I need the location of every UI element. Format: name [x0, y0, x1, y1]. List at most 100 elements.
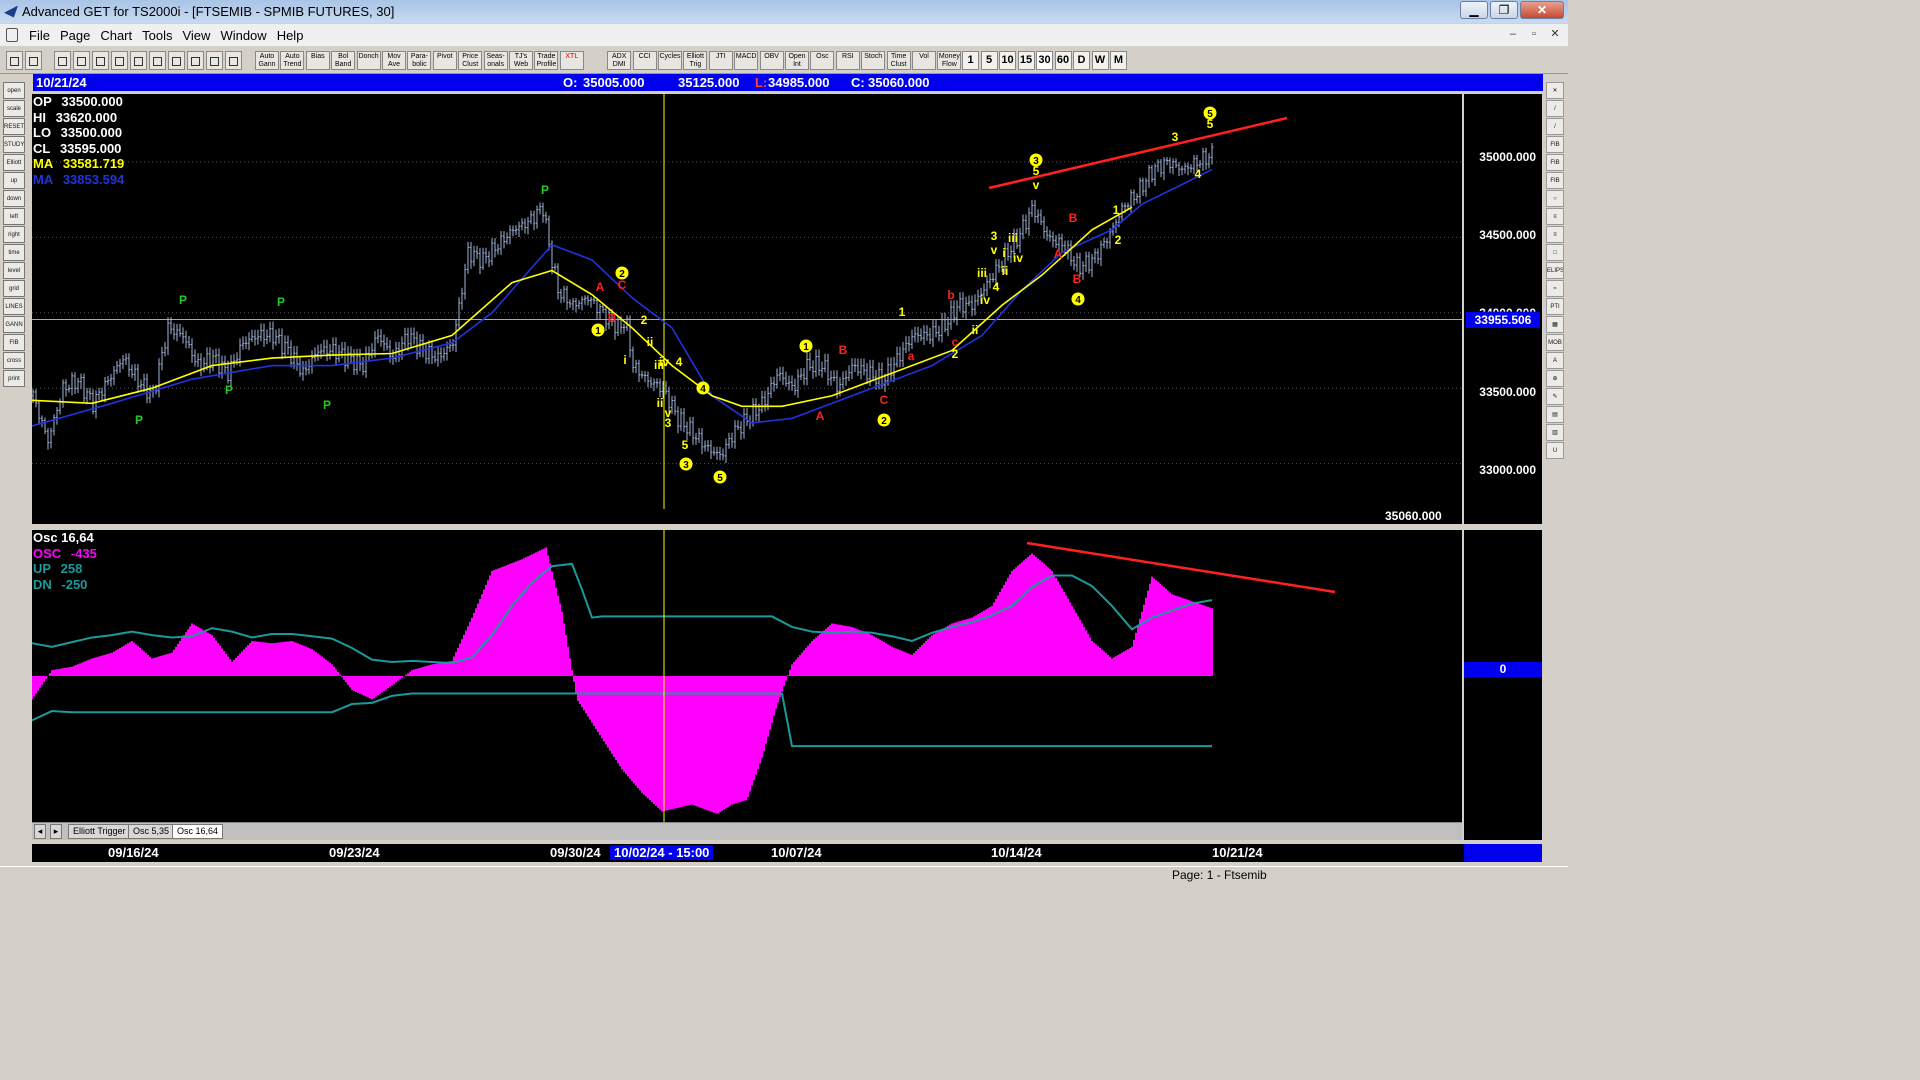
menu-tools[interactable]: Tools — [142, 28, 172, 43]
tab-osc-16-64[interactable]: Osc 16,64 — [172, 824, 224, 839]
forward-icon[interactable] — [111, 51, 128, 70]
document-icon[interactable] — [6, 28, 18, 42]
tool-fib-icon[interactable]: FIB — [3, 334, 25, 351]
whatsthis-icon[interactable] — [225, 51, 242, 70]
period-button-W[interactable]: W — [1091, 51, 1109, 70]
study-button-7[interactable]: Pivot — [432, 51, 457, 70]
draw-tool-icon[interactable]: ⊕ — [1546, 370, 1564, 387]
draw-tool-icon[interactable]: FIB TIME — [1546, 172, 1564, 189]
minimize-button[interactable]: ▁ — [1460, 1, 1488, 19]
draw-tool-icon[interactable]: ≡ — [1546, 208, 1564, 225]
new-icon[interactable] — [54, 51, 71, 70]
period-button-60[interactable]: 60 — [1054, 51, 1072, 70]
period-button-5[interactable]: 5 — [980, 51, 998, 70]
menu-window[interactable]: Window — [220, 28, 266, 43]
price-chart[interactable]: PPPPPPABC2iii iiiiv 4iiv35ABCab1c23v i iviii… — [32, 94, 1462, 524]
draw-tool-icon[interactable]: FIB RET — [1546, 136, 1564, 153]
tool-gann-icon[interactable]: GANN — [3, 316, 25, 333]
doc-restore-button[interactable]: ▫ — [1525, 27, 1543, 43]
study-button-5[interactable]: Mov Ave — [382, 51, 406, 70]
doc-close-button[interactable]: ✕ — [1546, 27, 1564, 43]
draw-tool-icon[interactable]: □ — [1546, 244, 1564, 261]
study-button-25[interactable]: Vol — [912, 51, 936, 70]
tool-elliott-icon[interactable]: Elliott — [3, 154, 25, 171]
draw-tool-icon[interactable]: ELIPS — [1546, 262, 1564, 279]
tool-up-icon[interactable]: up — [3, 172, 25, 189]
tool-lines-icon[interactable]: LINES — [3, 298, 25, 315]
draw-tool-icon[interactable]: ✎ — [1546, 388, 1564, 405]
study-button-17[interactable]: JTI — [708, 51, 733, 70]
draw-tool-icon[interactable]: ✕ — [1546, 82, 1564, 99]
menu-view[interactable]: View — [182, 28, 210, 43]
study-button-8[interactable]: Price Clust — [458, 51, 483, 70]
maximize-button[interactable]: ❐ — [1490, 1, 1518, 19]
draw-tool-icon[interactable]: ≈ — [1546, 280, 1564, 297]
draw-tool-icon[interactable]: FIB EXT — [1546, 154, 1564, 171]
study-button-20[interactable]: Open Int — [785, 51, 809, 70]
tool-scale-icon[interactable]: scale — [3, 100, 25, 117]
doc-minimize-button[interactable]: – — [1504, 27, 1522, 43]
study-button-13[interactable]: ADX DMI — [607, 51, 632, 70]
tool-left-icon[interactable]: left — [3, 208, 25, 225]
study-button-23[interactable]: Stoch — [861, 51, 886, 70]
zoom-icon[interactable] — [130, 51, 147, 70]
menu-page[interactable]: Page — [60, 28, 90, 43]
tool-right-icon[interactable]: right — [3, 226, 25, 243]
draw-tool-icon[interactable]: MOB — [1546, 334, 1564, 351]
study-button-3[interactable]: Bol Band — [331, 51, 356, 70]
back-icon[interactable] — [92, 51, 109, 70]
study-button-6[interactable]: Para-bolic — [407, 51, 432, 70]
draw-tool-icon[interactable]: ○ — [1546, 190, 1564, 207]
draw-tool-icon[interactable]: ≡ — [1546, 226, 1564, 243]
study-button-15[interactable]: Cycles — [658, 51, 682, 70]
study-button-16[interactable]: Elliott Trig — [683, 51, 708, 70]
study-button-21[interactable]: Osc — [810, 51, 835, 70]
period-button-15[interactable]: 15 — [1017, 51, 1035, 70]
study-button-4[interactable]: Donch — [356, 51, 381, 70]
menu-chart[interactable]: Chart — [100, 28, 132, 43]
tab-osc-5-35[interactable]: Osc 5,35 — [128, 824, 175, 839]
period-button-D[interactable]: D — [1073, 51, 1090, 70]
tool-cross-icon[interactable]: cross — [3, 352, 25, 369]
tool-study-icon[interactable]: STUDY — [3, 136, 25, 153]
delete-icon[interactable] — [149, 51, 166, 70]
study-button-18[interactable]: MACD — [734, 51, 759, 70]
draw-tool-icon[interactable]: ▦ — [1546, 316, 1564, 333]
grid-icon[interactable] — [168, 51, 185, 70]
study-button-12[interactable]: XTL — [559, 51, 584, 70]
draw-tool-icon[interactable]: ▥ — [1546, 424, 1564, 441]
study-button-22[interactable]: RSI — [835, 51, 860, 70]
cursor-icon[interactable] — [6, 51, 23, 70]
tool-reset-icon[interactable]: RESET — [3, 118, 25, 135]
link-icon[interactable] — [25, 51, 42, 70]
study-button-1[interactable]: Auto Trend — [280, 51, 305, 70]
study-button-0[interactable]: Auto Gann — [255, 51, 279, 70]
study-button-9[interactable]: Seas-onals — [483, 51, 508, 70]
copy-icon[interactable] — [73, 51, 90, 70]
study-button-10[interactable]: TJ's Web — [509, 51, 533, 70]
tool-print-icon[interactable]: print — [3, 370, 25, 387]
study-button-26[interactable]: Money Flow — [937, 51, 962, 70]
tool-open-icon[interactable]: open — [3, 82, 25, 99]
tool-time-icon[interactable]: time — [3, 244, 25, 261]
close-button[interactable]: ✕ — [1520, 1, 1564, 19]
menu-help[interactable]: Help — [277, 28, 304, 43]
tab-prev-icon[interactable]: ◂ — [34, 824, 46, 839]
study-button-2[interactable]: Bias — [305, 51, 330, 70]
tab-elliott-trigger[interactable]: Elliott Trigger — [68, 824, 131, 839]
tool-level-icon[interactable]: level — [3, 262, 25, 279]
tab-next-icon[interactable]: ▸ — [50, 824, 62, 839]
study-button-19[interactable]: OBV — [759, 51, 784, 70]
menu-file[interactable]: File — [29, 28, 50, 43]
period-button-M[interactable]: M — [1110, 51, 1127, 70]
print-icon[interactable] — [187, 51, 204, 70]
study-button-24[interactable]: Time Clust — [886, 51, 911, 70]
draw-tool-icon[interactable]: U — [1546, 442, 1564, 459]
study-button-14[interactable]: CCI — [632, 51, 657, 70]
tool-grid-icon[interactable]: grid — [3, 280, 25, 297]
tool-down-icon[interactable]: down — [3, 190, 25, 207]
oscillator-chart[interactable] — [32, 530, 1462, 822]
help-icon[interactable] — [206, 51, 223, 70]
period-button-30[interactable]: 30 — [1036, 51, 1053, 70]
draw-tool-icon[interactable]: / — [1546, 118, 1564, 135]
